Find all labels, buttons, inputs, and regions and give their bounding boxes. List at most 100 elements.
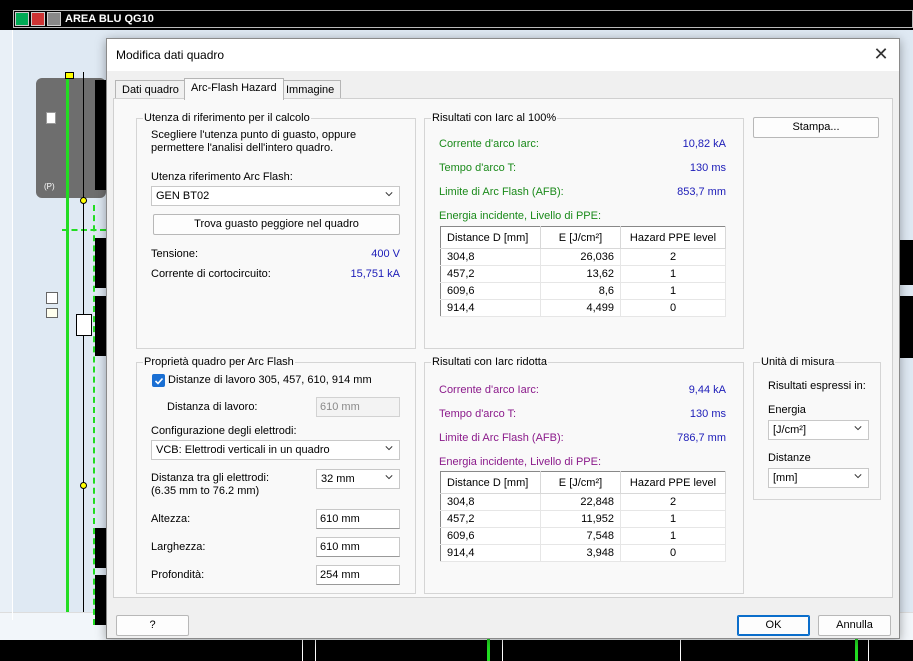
afb-100-value: 853,7 mm xyxy=(677,186,726,198)
help-button[interactable]: ? xyxy=(116,615,189,636)
tab-arc-flash-hazard[interactable]: Arc-Flash Hazard xyxy=(184,78,284,100)
print-button[interactable]: Stampa... xyxy=(753,117,879,138)
reference-description-line2: permettere l'analisi dell'intero quadro. xyxy=(151,142,334,154)
working-distance-input[interactable]: 610 mm xyxy=(316,397,400,417)
height-input[interactable]: 610 mm xyxy=(316,509,400,529)
depth-label: Profondità: xyxy=(151,569,205,581)
distances-checkbox-label[interactable]: Distanze di lavoro 305, 457, 610, 914 mm xyxy=(168,374,372,386)
cad-white-drop-3 xyxy=(502,639,503,661)
column-header-distance[interactable]: Distance D [mm] xyxy=(440,226,541,249)
distances-checkbox[interactable] xyxy=(152,374,165,387)
cell-ppe: 2 xyxy=(620,248,726,266)
distance-unit-select[interactable]: [mm] xyxy=(768,468,869,488)
reference-description-line1: Scegliere l'utenza punto di guasto, oppu… xyxy=(151,129,357,141)
cad-green-drop-2 xyxy=(855,639,858,661)
table-row[interactable]: 457,2 13,62 1 xyxy=(440,265,726,283)
table-row[interactable]: 609,6 7,548 1 xyxy=(440,527,726,545)
cad-border-line xyxy=(12,30,13,620)
close-icon: ✕ xyxy=(873,44,889,64)
column-header-ppe[interactable]: Hazard PPE level xyxy=(620,471,726,494)
cell-ppe: 0 xyxy=(620,299,726,317)
cell-distance: 304,8 xyxy=(440,248,541,266)
cad-right-block-2 xyxy=(900,296,913,358)
afb-reduced-value: 786,7 mm xyxy=(677,432,726,444)
chevron-down-icon xyxy=(854,474,862,479)
reference-group: Utenza di riferimento per il calcolo Sce… xyxy=(136,112,416,349)
electrode-config-value: VCB: Elettrodi verticali in un quadro xyxy=(156,444,330,456)
table-row[interactable]: 609,6 8,6 1 xyxy=(440,282,726,300)
distance-unit-value: [mm] xyxy=(773,472,798,484)
cad-node-dot-2 xyxy=(80,482,87,489)
close-button[interactable]: ✕ xyxy=(869,43,893,67)
dialog-titlebar: Modifica dati quadro ✕ xyxy=(107,39,899,71)
reference-group-title: Utenza di riferimento per il calcolo xyxy=(143,112,311,124)
width-input[interactable]: 610 mm xyxy=(316,537,400,557)
ppe-table-reduced: Distance D [mm] E [J/cm²] Hazard PPE lev… xyxy=(440,471,726,562)
electrode-gap-label: Distanza tra gli elettrodi: xyxy=(151,472,269,484)
ok-button[interactable]: OK xyxy=(737,615,810,636)
arcflash-reference-select[interactable]: GEN BT02 xyxy=(151,186,400,206)
column-header-ppe[interactable]: Hazard PPE level xyxy=(620,226,726,249)
chevron-down-icon xyxy=(385,475,393,480)
arc-time-reduced-value: 130 ms xyxy=(689,408,726,420)
arcflash-reference-label: Utenza riferimento Arc Flash: xyxy=(151,171,293,183)
energy-unit-select[interactable]: [J/cm²] xyxy=(768,420,869,440)
energy-reduced-label: Energia incidente, Livello di PPE: xyxy=(439,456,602,468)
arc-flash-tab-page: Utenza di riferimento per il calcolo Sce… xyxy=(113,98,893,598)
table-row[interactable]: 304,8 26,036 2 xyxy=(440,248,726,266)
table-header-row: Distance D [mm] E [J/cm²] Hazard PPE lev… xyxy=(440,471,726,494)
modify-panel-dialog: Modifica dati quadro ✕ Dati quadro Arc-F… xyxy=(106,38,900,639)
cad-node-marker xyxy=(65,72,74,79)
cad-left-margin xyxy=(0,30,12,620)
cell-ppe: 1 xyxy=(620,527,726,545)
table-row[interactable]: 914,4 3,948 0 xyxy=(440,544,726,562)
depth-input[interactable]: 254 mm xyxy=(316,565,400,585)
cell-ppe: 1 xyxy=(620,510,726,528)
arc-current-100-label: Corrente d'arco Iarc: xyxy=(439,138,539,150)
voltage-label: Tensione: xyxy=(151,248,199,260)
electrode-gap-range: (6.35 mm to 76.2 mm) xyxy=(151,485,260,497)
working-distance-label: Distanza di lavoro: xyxy=(167,401,258,413)
cell-ppe: 1 xyxy=(620,265,726,283)
arc-current-reduced-value: 9,44 kA xyxy=(688,384,726,396)
electrode-gap-select[interactable]: 32 mm xyxy=(316,469,400,489)
cad-black-line xyxy=(83,72,84,612)
table-row[interactable]: 304,8 22,848 2 xyxy=(440,493,726,511)
arc-time-100-value: 130 ms xyxy=(689,162,726,174)
cancel-button[interactable]: Annulla xyxy=(818,615,891,636)
cad-white-drop-5 xyxy=(868,639,869,661)
checkmark-icon xyxy=(154,377,164,385)
find-worst-fault-button[interactable]: Trova guasto peggiore nel quadro xyxy=(153,214,400,235)
cell-distance: 914,4 xyxy=(440,544,541,562)
cad-green-drop xyxy=(487,639,490,661)
energy-100-label: Energia incidente, Livello di PPE: xyxy=(439,210,602,222)
cad-switch-icon-2 xyxy=(46,308,58,318)
cad-lightning-icon xyxy=(46,292,58,304)
cell-energy: 8,6 xyxy=(540,282,621,300)
minimize-icon[interactable] xyxy=(15,12,29,26)
cad-title: AREA BLU QG10 xyxy=(65,13,154,25)
units-distance-label: Distanze xyxy=(768,452,811,464)
cad-white-drop-2 xyxy=(315,639,316,661)
chevron-down-icon xyxy=(385,192,393,197)
column-header-distance[interactable]: Distance D [mm] xyxy=(440,471,541,494)
electrode-config-select[interactable]: VCB: Elettrodi verticali in un quadro xyxy=(151,440,400,460)
panel-icon[interactable] xyxy=(31,12,45,26)
cell-energy: 26,036 xyxy=(540,248,621,266)
height-label: Altezza: xyxy=(151,513,191,525)
cell-distance: 914,4 xyxy=(440,299,541,317)
cell-ppe: 2 xyxy=(620,493,726,511)
cell-energy: 22,848 xyxy=(540,493,621,511)
column-header-energy[interactable]: E [J/cm²] xyxy=(540,226,621,249)
cad-green-dash-horizontal xyxy=(62,229,106,231)
tab-immagine[interactable]: Immagine xyxy=(279,80,342,99)
results-reduced-group-title: Risultati con Iarc ridotta xyxy=(431,356,548,368)
tab-dati-quadro[interactable]: Dati quadro xyxy=(115,80,186,99)
table-row[interactable]: 457,2 11,952 1 xyxy=(440,510,726,528)
arc-current-reduced-label: Corrente d'arco Iarc: xyxy=(439,384,539,396)
table-row[interactable]: 914,4 4,499 0 xyxy=(440,299,726,317)
cad-node-dot xyxy=(80,197,87,204)
column-header-energy[interactable]: E [J/cm²] xyxy=(540,471,621,494)
list-icon[interactable] xyxy=(47,12,61,26)
electrode-gap-value: 32 mm xyxy=(321,473,355,485)
